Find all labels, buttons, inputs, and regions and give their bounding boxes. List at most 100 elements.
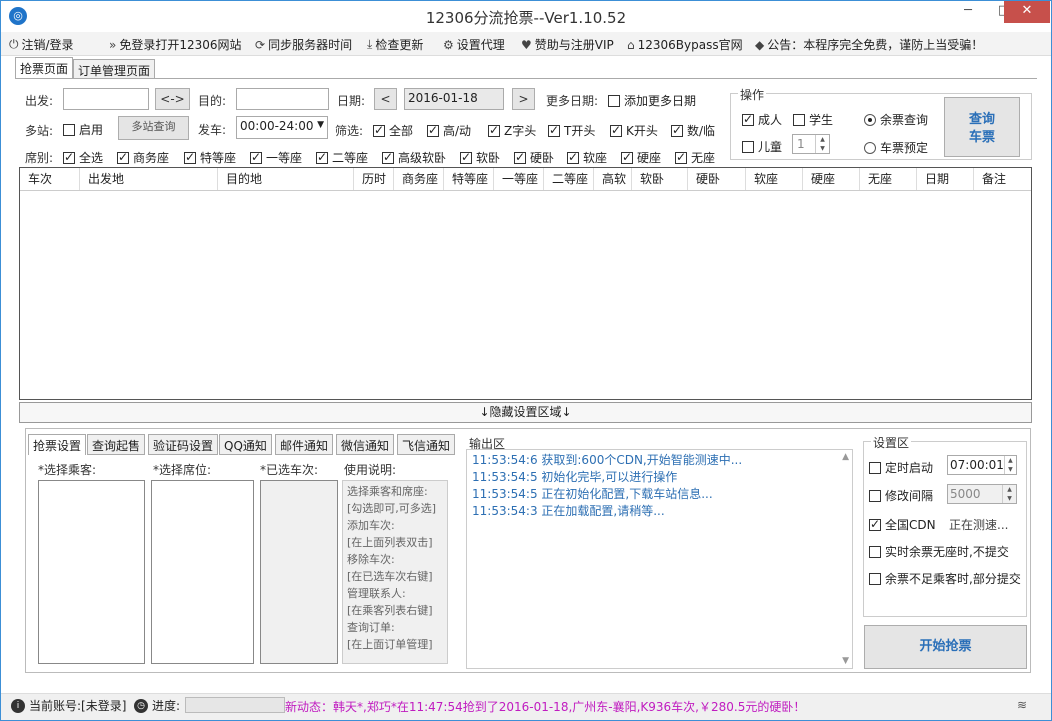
- from-input[interactable]: [63, 88, 149, 110]
- checkbox-box[interactable]: [608, 94, 620, 107]
- subtab-captcha[interactable]: 验证码设置: [148, 434, 219, 455]
- to-input[interactable]: [236, 88, 329, 110]
- seat-special-checkbox[interactable]: 特等座: [184, 149, 236, 166]
- checkbox-box[interactable]: [869, 572, 881, 585]
- radio-circle[interactable]: [864, 141, 876, 154]
- checkbox-box[interactable]: [117, 150, 129, 164]
- checkbox-box[interactable]: [316, 150, 328, 164]
- selected-train-list[interactable]: [260, 480, 338, 664]
- checkbox-box[interactable]: [610, 123, 622, 137]
- date-next-button[interactable]: >: [512, 88, 535, 110]
- stepper-arrows-icon[interactable]: ▲ ▼: [1003, 456, 1016, 474]
- interval-input[interactable]: 5000 ▲ ▼: [947, 484, 1017, 504]
- column-header[interactable]: 出发地: [80, 168, 218, 190]
- adult-checkbox[interactable]: 成人: [742, 111, 782, 128]
- query-tickets-button[interactable]: 查询 车票: [944, 97, 1020, 157]
- subtab-sale-query[interactable]: 查询起售: [87, 434, 146, 455]
- column-header[interactable]: 无座: [860, 168, 917, 190]
- seat-deluxe-sleeper-checkbox[interactable]: 高级软卧: [382, 149, 446, 166]
- checkbox-box[interactable]: [460, 150, 472, 164]
- tab-grab[interactable]: 抢票页面: [15, 57, 74, 79]
- menu-open-site[interactable]: » 免登录打开12306网站: [109, 36, 242, 53]
- minimize-button[interactable]: ─: [951, 1, 985, 23]
- seat-hard-sleeper-checkbox[interactable]: 硬卧: [514, 149, 554, 166]
- multi-query-button[interactable]: 多站查询: [118, 116, 189, 140]
- menu-login[interactable]: ⏻ 注销/登录: [9, 36, 74, 53]
- column-header[interactable]: 硬卧: [688, 168, 746, 190]
- filter-all-checkbox[interactable]: 全部: [373, 122, 413, 139]
- child-checkbox[interactable]: 儿童: [742, 138, 782, 155]
- no-seat-checkbox[interactable]: 实时余票无座时,不提交: [869, 543, 1009, 560]
- radio-circle[interactable]: [864, 113, 876, 126]
- seat-first-checkbox[interactable]: 一等座: [250, 149, 302, 166]
- checkbox-box[interactable]: [869, 545, 881, 558]
- timer-checkbox[interactable]: 定时启动: [869, 459, 933, 476]
- column-header[interactable]: 硬座: [803, 168, 860, 190]
- student-checkbox[interactable]: 学生: [793, 111, 833, 128]
- checkbox-box[interactable]: [488, 123, 500, 137]
- subtab-fetion[interactable]: 飞信通知: [397, 434, 456, 455]
- checkbox-box[interactable]: [869, 461, 881, 474]
- cdn-checkbox[interactable]: 全国CDN: [869, 516, 936, 533]
- menu-check-update[interactable]: ⤓ 检查更新: [367, 36, 423, 53]
- menu-sync-time[interactable]: ⟳ 同步服务器时间: [255, 36, 352, 53]
- seat-business-checkbox[interactable]: 商务座: [117, 149, 169, 166]
- swap-button[interactable]: <->: [155, 88, 190, 110]
- hide-settings-button[interactable]: ↓隐藏设置区域↓: [19, 402, 1032, 423]
- filter-z-checkbox[interactable]: Z字头: [488, 122, 536, 139]
- subtab-grab-settings[interactable]: 抢票设置: [28, 434, 87, 455]
- checkbox-box[interactable]: [514, 150, 526, 164]
- column-header[interactable]: 车次: [20, 168, 80, 190]
- checkbox-box[interactable]: [427, 123, 439, 137]
- output-log[interactable]: 11:53:54:6 获取到:600个CDN,开始智能测速中... 11:53:…: [466, 449, 853, 669]
- subtab-wechat[interactable]: 微信通知: [336, 434, 395, 455]
- seat-none-checkbox[interactable]: 无座: [675, 149, 715, 166]
- subtab-email[interactable]: 邮件通知: [275, 434, 334, 455]
- column-header[interactable]: 目的地: [218, 168, 354, 190]
- date-input[interactable]: 2016-01-18: [404, 88, 504, 110]
- column-header[interactable]: 二等座: [544, 168, 594, 190]
- passenger-list[interactable]: [38, 480, 145, 664]
- tab-orders[interactable]: 订单管理页面: [73, 59, 156, 79]
- column-header[interactable]: 商务座: [394, 168, 444, 190]
- checkbox-box[interactable]: [742, 140, 754, 153]
- stepper-arrows-icon[interactable]: ▲ ▼: [815, 135, 829, 153]
- seat-list[interactable]: [151, 480, 254, 664]
- checkbox-box[interactable]: [675, 150, 687, 164]
- checkbox-box[interactable]: [567, 150, 579, 164]
- checkbox-box[interactable]: [373, 123, 385, 137]
- checkbox-box[interactable]: [63, 123, 75, 136]
- filter-gd-checkbox[interactable]: 高/动: [427, 122, 471, 139]
- menu-notice[interactable]: ◆ 公告：本程序完全免费，谨防上当受骗！: [755, 36, 983, 53]
- column-header[interactable]: 特等座: [444, 168, 494, 190]
- column-header[interactable]: 日期: [917, 168, 974, 190]
- column-header[interactable]: 一等座: [494, 168, 544, 190]
- checkbox-box[interactable]: [869, 489, 881, 502]
- seat-second-checkbox[interactable]: 二等座: [316, 149, 368, 166]
- checkbox-box[interactable]: [621, 150, 633, 164]
- menu-website[interactable]: ⌂ 12306Bypass官网: [627, 36, 743, 53]
- start-grab-button[interactable]: 开始抢票: [864, 625, 1027, 669]
- remain-query-radio[interactable]: 余票查询: [864, 111, 928, 128]
- filter-other-checkbox[interactable]: 数/临: [671, 122, 715, 139]
- menu-vip[interactable]: ♥ 赞助与注册VIP: [521, 36, 614, 53]
- date-prev-button[interactable]: <: [374, 88, 397, 110]
- filter-t-checkbox[interactable]: T开头: [548, 122, 595, 139]
- train-table[interactable]: 车次 出发地 目的地 历时 商务座 特等座 一等座 二等座 高软 软卧 硬卧 软…: [19, 167, 1032, 400]
- column-header[interactable]: 高软: [594, 168, 632, 190]
- partial-submit-checkbox[interactable]: 余票不足乘客时,部分提交: [869, 570, 1021, 587]
- close-button[interactable]: ✕: [1004, 1, 1050, 23]
- checkbox-box[interactable]: [742, 112, 754, 126]
- checkbox-box[interactable]: [63, 150, 75, 164]
- checkbox-box[interactable]: [548, 123, 560, 137]
- column-header[interactable]: 软座: [746, 168, 803, 190]
- child-count-stepper[interactable]: 1 ▲ ▼: [792, 134, 830, 154]
- checkbox-box[interactable]: [671, 123, 683, 137]
- scroll-up-icon[interactable]: ▲: [842, 452, 849, 462]
- timer-input[interactable]: 07:00:01 ▲ ▼: [947, 455, 1017, 475]
- interval-checkbox[interactable]: 修改间隔: [869, 487, 933, 504]
- scroll-down-icon[interactable]: ▼: [842, 656, 849, 666]
- column-header[interactable]: 软卧: [632, 168, 688, 190]
- column-header[interactable]: 历时: [354, 168, 394, 190]
- stepper-arrows-icon[interactable]: ▲ ▼: [1002, 485, 1016, 503]
